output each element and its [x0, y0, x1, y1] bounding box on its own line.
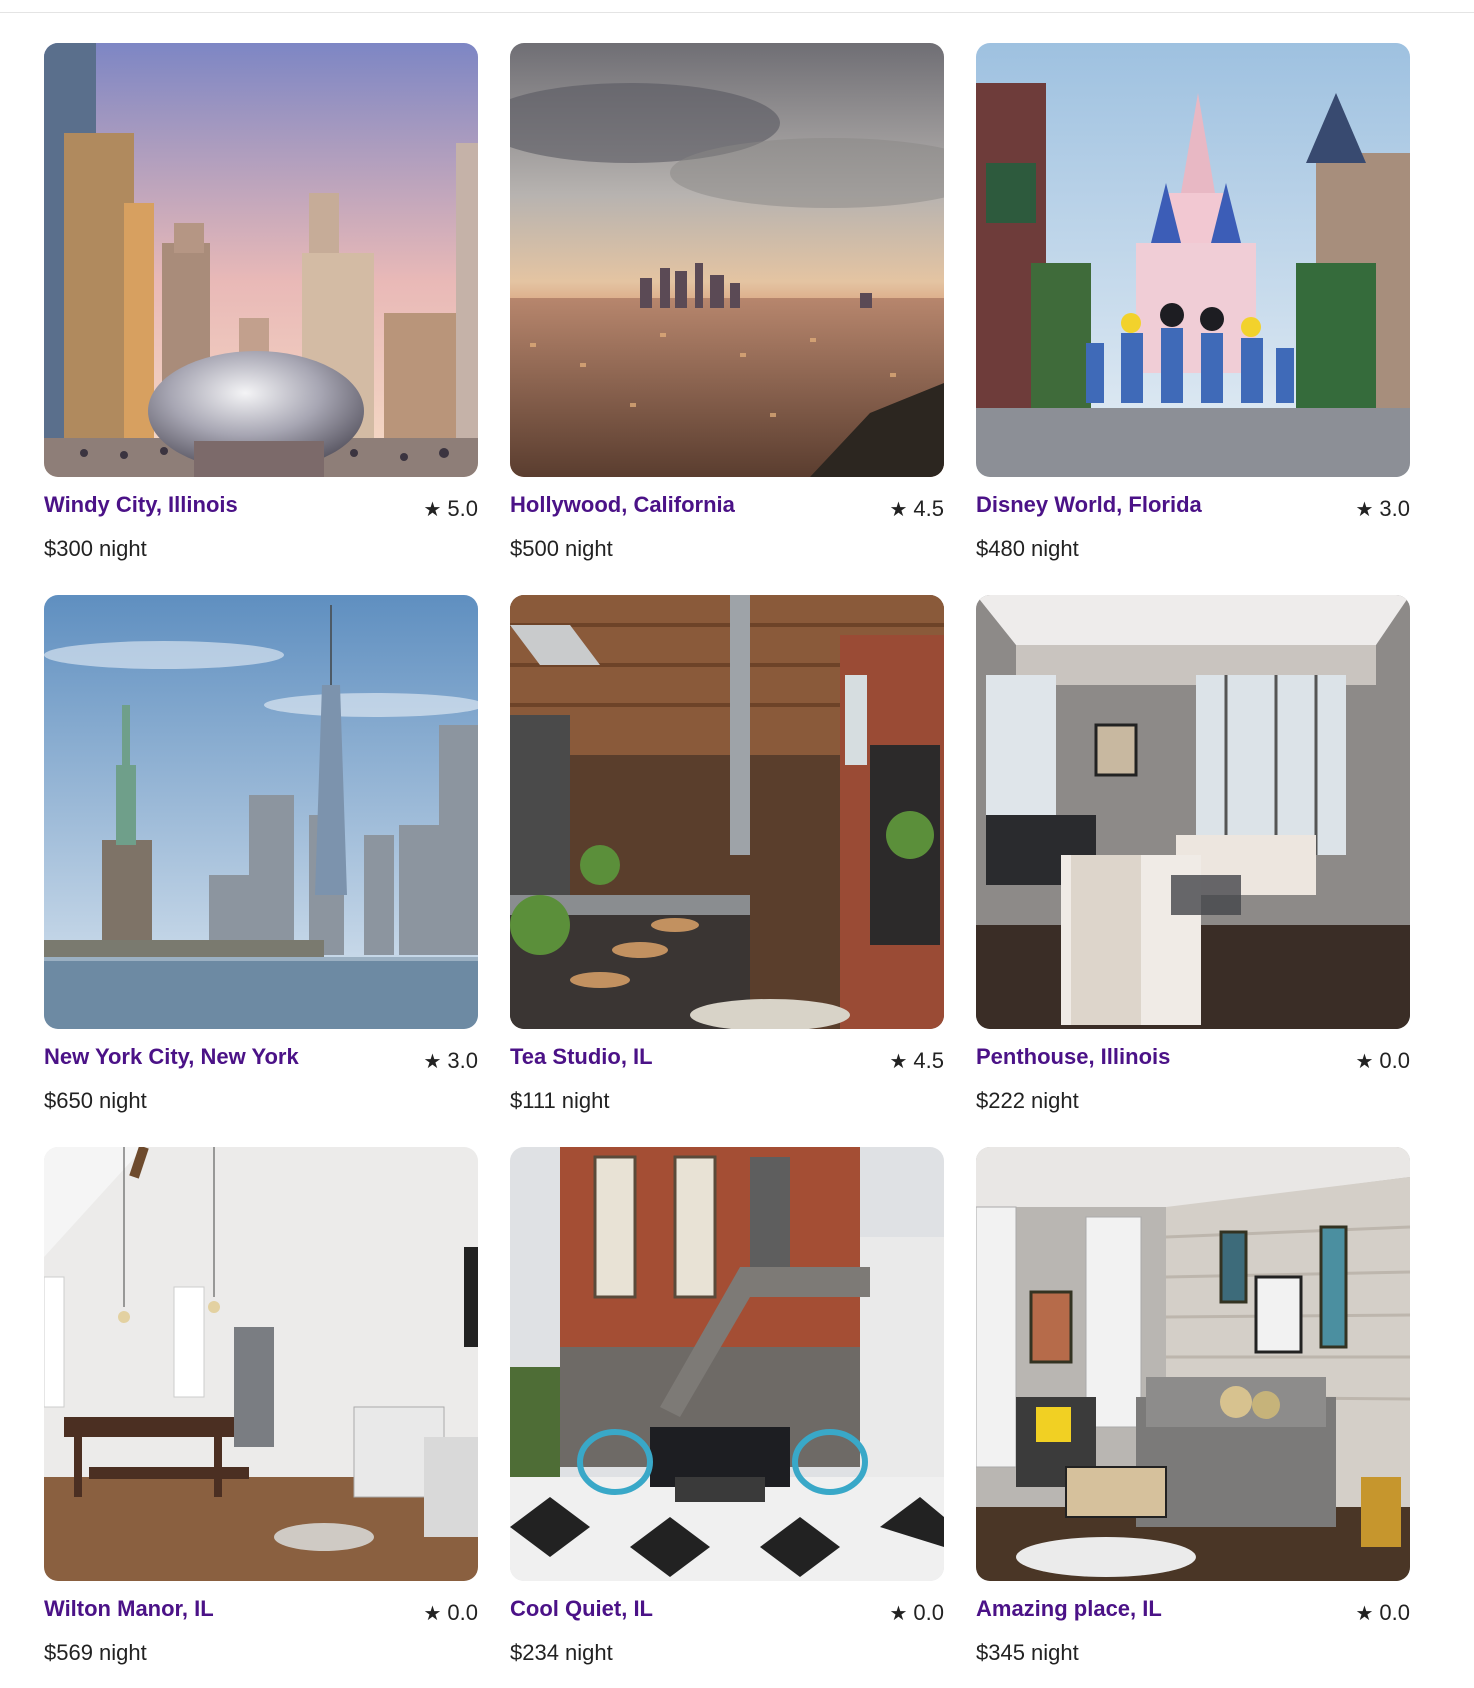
listing-photo[interactable] [510, 595, 944, 1029]
rating-value: 5.0 [447, 496, 478, 521]
listing-rating: ★ 0.0 [1355, 1596, 1410, 1626]
rating-value: 0.0 [1379, 1600, 1410, 1625]
listing-price: $111 night [510, 1088, 610, 1113]
listing-rating: ★ 0.0 [1355, 1044, 1410, 1074]
header-divider [0, 12, 1474, 13]
star-icon: ★ [889, 1601, 908, 1625]
listing-price: $569 night [44, 1640, 147, 1665]
listing-rating: ★ 4.5 [889, 1044, 944, 1074]
listing-price: $222 night [976, 1088, 1079, 1113]
star-icon: ★ [889, 1049, 908, 1073]
rating-value: 0.0 [1379, 1048, 1410, 1073]
rating-value: 0.0 [913, 1600, 944, 1625]
listing-card[interactable]: Disney World, Florida ★ 3.0 $480 night [976, 43, 1410, 576]
listing-rating: ★ 0.0 [423, 1596, 478, 1626]
listing-card[interactable]: Windy City, Illinois ★ 5.0 $300 night [44, 43, 478, 576]
listing-card[interactable]: New York City, New York ★ 3.0 $650 night [44, 595, 478, 1128]
listing-title[interactable]: Amazing place, IL [976, 1596, 1162, 1622]
listing-title[interactable]: Tea Studio, IL [510, 1044, 653, 1070]
listing-photo[interactable] [510, 1147, 944, 1581]
listing-title[interactable]: Wilton Manor, IL [44, 1596, 214, 1622]
listing-card[interactable]: Penthouse, Illinois ★ 0.0 $222 night [976, 595, 1410, 1128]
listing-card[interactable]: Tea Studio, IL ★ 4.5 $111 night [510, 595, 944, 1128]
star-icon: ★ [423, 1601, 442, 1625]
listing-photo[interactable] [44, 1147, 478, 1581]
star-icon: ★ [1355, 1601, 1374, 1625]
listing-photo[interactable] [510, 43, 944, 477]
listing-rating: ★ 3.0 [423, 1044, 478, 1074]
star-icon: ★ [423, 1049, 442, 1073]
star-icon: ★ [889, 497, 908, 521]
listing-card[interactable]: Hollywood, California ★ 4.5 $500 night [510, 43, 944, 576]
star-icon: ★ [423, 497, 442, 521]
listing-card[interactable]: Cool Quiet, IL ★ 0.0 $234 night [510, 1147, 944, 1680]
listing-price: $650 night [44, 1088, 147, 1113]
listing-price: $300 night [44, 536, 147, 561]
listing-rating: ★ 4.5 [889, 492, 944, 522]
listing-title[interactable]: Disney World, Florida [976, 492, 1202, 518]
listing-rating: ★ 0.0 [889, 1596, 944, 1626]
listing-photo[interactable] [976, 1147, 1410, 1581]
rating-value: 4.5 [913, 1048, 944, 1073]
rating-value: 3.0 [447, 1048, 478, 1073]
listings-grid: Windy City, Illinois ★ 5.0 $300 night Ho… [44, 43, 1410, 1680]
rating-value: 3.0 [1379, 496, 1410, 521]
listing-photo[interactable] [976, 595, 1410, 1029]
listing-photo[interactable] [44, 595, 478, 1029]
listing-card[interactable]: Wilton Manor, IL ★ 0.0 $569 night [44, 1147, 478, 1680]
listing-photo[interactable] [976, 43, 1410, 477]
star-icon: ★ [1355, 1049, 1374, 1073]
listing-price: $345 night [976, 1640, 1079, 1665]
rating-value: 4.5 [913, 496, 944, 521]
star-icon: ★ [1355, 497, 1374, 521]
listing-photo[interactable] [44, 43, 478, 477]
listing-title[interactable]: Penthouse, Illinois [976, 1044, 1170, 1070]
listing-rating: ★ 3.0 [1355, 492, 1410, 522]
rating-value: 0.0 [447, 1600, 478, 1625]
listing-price: $234 night [510, 1640, 613, 1665]
listing-price: $500 night [510, 536, 613, 561]
listing-price: $480 night [976, 536, 1079, 561]
listing-title[interactable]: Hollywood, California [510, 492, 735, 518]
listing-card[interactable]: Amazing place, IL ★ 0.0 $345 night [976, 1147, 1410, 1680]
listing-title[interactable]: Cool Quiet, IL [510, 1596, 653, 1622]
listing-rating: ★ 5.0 [423, 492, 478, 522]
listing-title[interactable]: New York City, New York [44, 1044, 299, 1070]
listing-title[interactable]: Windy City, Illinois [44, 492, 238, 518]
